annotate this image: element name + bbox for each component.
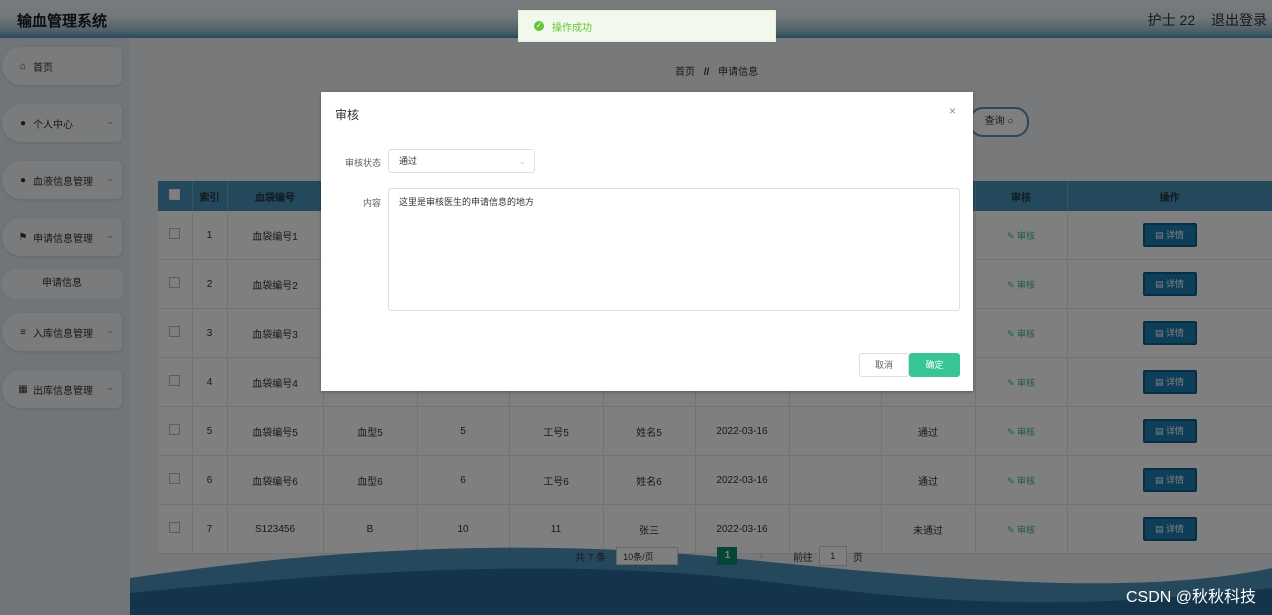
chevron-down-icon: ⌄ [518,156,526,166]
toast-text: 操作成功 [552,22,592,34]
status-label: 审核状态 [344,158,381,168]
cancel-button[interactable]: 取消 [859,353,909,377]
close-icon[interactable]: × [949,104,956,118]
status-select[interactable]: 通过 ⌄ [388,149,535,173]
content-label: 内容 [362,198,381,208]
status-select-value: 通过 [399,156,418,166]
dialog-title: 审核 [335,108,360,122]
check-circle-icon: ✓ [534,21,544,31]
watermark: CSDN @秋秋科技 [1125,589,1256,606]
content-textarea[interactable]: 这里是审核医生的申请信息的地方 [388,188,960,311]
success-toast: ✓ 操作成功 [518,10,776,42]
confirm-button[interactable]: 确定 [909,353,960,377]
audit-dialog: 审核 × 审核状态 通过 ⌄ 内容 这里是审核医生的申请信息的地方 取消 确定 [321,92,973,391]
